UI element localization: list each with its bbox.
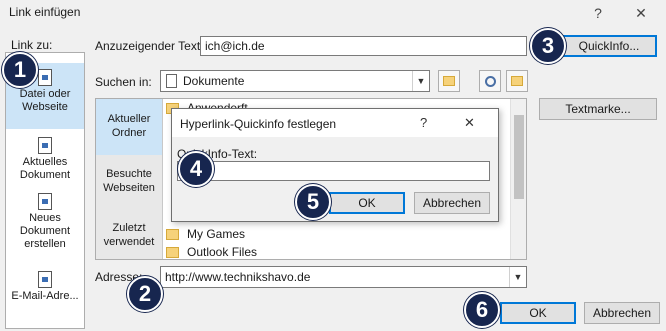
window-title: Link einfügen: [9, 5, 81, 19]
link-to-item-label: E-Mail-Adre...: [11, 290, 79, 302]
link-to-item-label: Neues: [29, 212, 61, 224]
file-webpage-icon: [38, 69, 52, 86]
display-text-label: Anzuzeigender Text:: [95, 39, 204, 53]
quickinfo-dialog-titlebar: Hyperlink-Quickinfo festlegen ? ✕: [172, 109, 498, 137]
link-to-item-label: Datei oder: [19, 88, 71, 100]
cancel-button[interactable]: Abbrechen: [584, 302, 660, 324]
email-address-icon: [38, 271, 52, 288]
browse-tabs: Aktueller Ordner Besuchte Webseiten Zule…: [96, 99, 163, 259]
browse-file-icon[interactable]: [506, 70, 528, 92]
textmarke-label: Textmarke...: [565, 102, 631, 116]
step-marker-1: 1: [2, 52, 38, 88]
browse-web-icon[interactable]: [479, 70, 501, 92]
link-to-label: Link zu:: [11, 38, 53, 52]
step-marker-2: 2: [127, 276, 163, 312]
address-combo[interactable]: http://www.technikshavo.de ▼: [160, 266, 527, 288]
tab-label: Ordner: [111, 127, 147, 139]
link-to-item-label: Webseite: [22, 101, 68, 113]
ok-button[interactable]: OK: [500, 302, 576, 324]
close-button[interactable]: ✕: [629, 2, 653, 24]
current-document-icon: [38, 137, 52, 154]
display-text-input[interactable]: ich@ich.de: [200, 36, 527, 56]
vertical-scrollbar[interactable]: [510, 99, 526, 259]
link-to-item-label: Dokument: [19, 169, 71, 181]
folder-icon: [166, 228, 179, 240]
step-marker-6: 6: [464, 292, 500, 328]
file-name: My Games: [187, 227, 246, 241]
quickinfo-dialog-title: Hyperlink-Quickinfo festlegen: [180, 117, 337, 131]
documents-icon: [166, 74, 177, 88]
address-value: http://www.technikshavo.de: [165, 270, 311, 284]
quickinfo-dialog: Hyperlink-Quickinfo festlegen ? ✕ QuickI…: [171, 108, 499, 222]
quickinfo-cancel-button[interactable]: Abbrechen: [414, 192, 490, 214]
link-to-item-label: Dokument: [19, 225, 71, 237]
tab-label: verwendet: [103, 236, 155, 248]
quickinfo-close-button[interactable]: ✕: [464, 115, 475, 131]
help-button[interactable]: ?: [586, 2, 610, 24]
textmarke-button[interactable]: Textmarke...: [539, 98, 657, 120]
tab-label: Zuletzt: [112, 222, 146, 234]
tab-label: Besuchte: [106, 168, 152, 180]
quickinfo-ok-button[interactable]: OK: [329, 192, 405, 214]
link-to-item-label: Aktuelles: [22, 156, 68, 168]
search-in-value: Dokumente: [183, 74, 245, 88]
tab-label: Aktueller: [107, 113, 151, 125]
quickinfo-help-button[interactable]: ?: [420, 115, 427, 130]
scrollbar-thumb[interactable]: [514, 115, 524, 199]
search-in-label: Suchen in:: [95, 75, 152, 89]
folder-up-icon[interactable]: [438, 70, 460, 92]
folder-icon: [166, 246, 179, 258]
list-item[interactable]: Outlook Files: [166, 243, 257, 261]
quickinfo-button[interactable]: QuickInfo...: [561, 35, 657, 57]
tab-label: Webseiten: [103, 182, 155, 194]
file-name: Outlook Files: [187, 245, 258, 259]
link-to-item-label: erstellen: [24, 238, 66, 250]
step-marker-5: 5: [295, 184, 331, 220]
new-document-icon: [38, 193, 52, 210]
tab-visited-webpages[interactable]: Besuchte Webseiten: [96, 155, 162, 207]
link-to-new-document[interactable]: Neues Dokument erstellen: [6, 191, 84, 253]
chevron-down-icon[interactable]: ▼: [509, 267, 526, 287]
tab-current-folder[interactable]: Aktueller Ordner: [96, 99, 162, 155]
chevron-down-icon[interactable]: ▼: [412, 71, 429, 91]
link-to-current-document[interactable]: Aktuelles Dokument: [6, 133, 84, 185]
step-marker-3: 3: [530, 28, 566, 64]
quickinfo-text-input[interactable]: [177, 161, 490, 181]
list-item[interactable]: My Games: [166, 225, 245, 243]
link-to-email-address[interactable]: E-Mail-Adre...: [6, 269, 84, 303]
step-marker-4: 4: [178, 151, 214, 187]
search-in-combo[interactable]: Dokumente ▼: [160, 70, 430, 92]
tab-recently-used[interactable]: Zuletzt verwendet: [96, 207, 162, 259]
link-to-panel: Datei oder Webseite Aktuelles Dokument N…: [5, 52, 85, 329]
